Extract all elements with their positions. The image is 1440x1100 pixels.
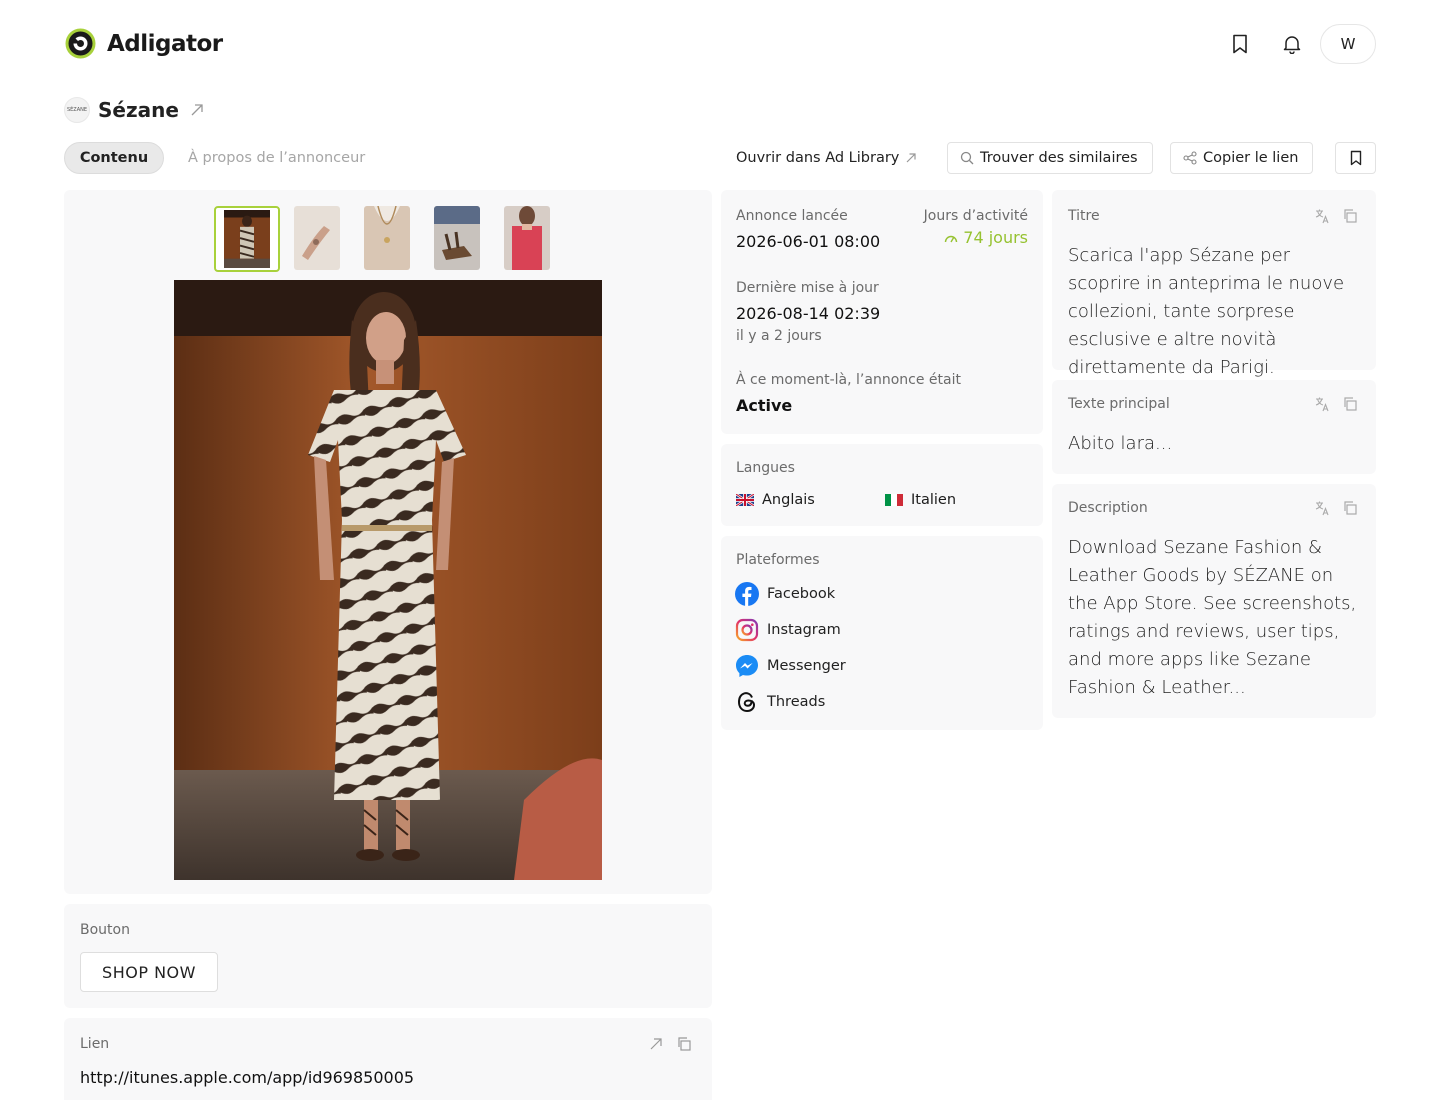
copy-link-button[interactable]: Copier le lien xyxy=(1170,142,1314,174)
thumbnail-3[interactable] xyxy=(364,206,410,270)
languages-panel: Langues Anglais Italien xyxy=(721,444,1043,526)
app-logo[interactable]: Adligator xyxy=(64,27,223,60)
launched-value: 2026-06-01 08:00 xyxy=(736,232,881,251)
copy-icon[interactable] xyxy=(1342,396,1358,412)
platform-instagram: Instagram xyxy=(735,618,841,642)
main-text: Abito lara... xyxy=(1068,433,1173,454)
ad-info-panel: Annonce lancée 2026-06-01 08:00 Jours d’… xyxy=(721,190,1043,434)
language-english: Anglais xyxy=(736,492,815,508)
platform-messenger-label: Messenger xyxy=(767,658,846,674)
platform-facebook-label: Facebook xyxy=(767,586,836,602)
main-text-label: Texte principal xyxy=(1068,396,1170,412)
open-ad-library-label: Ouvrir dans Ad Library xyxy=(736,150,900,166)
description-text: Download Sezane Fashion & Leather Goods … xyxy=(1068,537,1357,698)
platform-instagram-label: Instagram xyxy=(767,622,841,638)
shop-now-button[interactable]: SHOP NOW xyxy=(80,952,218,992)
active-days-label: Jours d’activité xyxy=(923,208,1028,224)
media-panel xyxy=(64,190,712,894)
user-avatar[interactable]: W xyxy=(1320,24,1376,64)
main-text-actions xyxy=(1302,396,1358,412)
thumbnail-2[interactable] xyxy=(294,206,340,270)
external-link-icon[interactable] xyxy=(649,1036,663,1055)
copy-icon[interactable] xyxy=(1342,500,1358,516)
cta-label: Bouton xyxy=(80,922,130,938)
status-value: Active xyxy=(736,396,793,415)
find-similar-label: Trouver des similaires xyxy=(980,150,1138,166)
search-icon xyxy=(960,151,974,165)
link-panel: Lien http://itunes.apple.com/app/id96985… xyxy=(64,1018,712,1100)
platforms-panel: Plateformes Facebook Instagram Messenger… xyxy=(721,536,1043,730)
language-english-label: Anglais xyxy=(762,492,815,508)
active-days: 74 jours xyxy=(944,228,1028,247)
app-name: Adligator xyxy=(107,30,223,57)
languages-label: Langues xyxy=(736,460,795,476)
bookmark-icon xyxy=(1350,150,1361,166)
italy-flag-icon xyxy=(885,494,903,506)
bookmark-icon[interactable] xyxy=(1226,28,1254,60)
launched-label: Annonce lancée xyxy=(736,208,848,224)
facebook-icon xyxy=(735,582,759,606)
ad-main-image[interactable] xyxy=(174,280,602,880)
media-thumbnails xyxy=(214,206,574,272)
platform-facebook: Facebook xyxy=(735,582,835,606)
translate-icon[interactable] xyxy=(1314,208,1330,224)
threads-icon xyxy=(735,690,759,714)
language-italian: Italien xyxy=(885,492,956,508)
thumbnail-4[interactable] xyxy=(434,206,480,270)
copy-icon[interactable] xyxy=(676,1036,692,1056)
platform-messenger: Messenger xyxy=(735,654,846,678)
title-actions xyxy=(1302,208,1358,224)
title-panel: Titre Scarica l'app Sézane per scoprire … xyxy=(1052,190,1376,378)
updated-relative: il y a 2 jours xyxy=(736,328,822,344)
platforms-label: Plateformes xyxy=(736,552,820,568)
logo-mark-icon xyxy=(65,28,96,59)
translate-icon[interactable] xyxy=(1314,500,1330,516)
link-url[interactable]: http://itunes.apple.com/app/id969850005 xyxy=(80,1068,414,1087)
open-ad-library-link[interactable]: Ouvrir dans Ad Library xyxy=(736,142,917,174)
advertiser-logo: SÉZANE xyxy=(64,97,90,123)
updated-value: 2026-08-14 02:39 xyxy=(736,304,881,323)
cta-panel: Bouton SHOP NOW xyxy=(64,904,712,1008)
external-link-icon xyxy=(906,153,916,163)
speedometer-icon xyxy=(945,235,958,242)
find-similar-button[interactable]: Trouver des similaires xyxy=(947,142,1153,174)
active-days-value: 74 jours xyxy=(963,228,1028,247)
main-text-panel: Texte principal Abito lara... xyxy=(1052,380,1376,474)
advertiser-name[interactable]: Sézane xyxy=(98,98,179,122)
description-panel: Description Download Sezane Fashion & Le… xyxy=(1052,484,1376,718)
platform-threads: Threads xyxy=(735,690,825,714)
title-text: Scarica l'app Sézane per scoprire in ant… xyxy=(1068,245,1345,378)
tab-about-advertiser[interactable]: À propos de l’annonceur xyxy=(188,142,365,174)
instagram-icon xyxy=(735,618,759,642)
share-icon xyxy=(1183,151,1197,165)
title-label: Titre xyxy=(1068,208,1100,224)
status-label: À ce moment-là, l’annonce était xyxy=(736,372,961,388)
description-label: Description xyxy=(1068,500,1148,516)
save-ad-button[interactable] xyxy=(1335,142,1376,174)
external-link-icon[interactable] xyxy=(189,102,205,118)
link-label: Lien xyxy=(80,1036,110,1052)
thumbnail-1[interactable] xyxy=(214,206,280,272)
language-italian-label: Italien xyxy=(911,492,957,508)
top-bar: Adligator W xyxy=(0,0,1440,88)
messenger-icon xyxy=(735,654,759,678)
bell-icon[interactable] xyxy=(1278,28,1306,60)
uk-flag-icon xyxy=(736,494,754,506)
copy-link-label: Copier le lien xyxy=(1203,150,1299,166)
tab-content[interactable]: Contenu xyxy=(64,142,164,174)
platform-threads-label: Threads xyxy=(767,694,826,710)
copy-icon[interactable] xyxy=(1342,208,1358,224)
thumbnail-5[interactable] xyxy=(504,206,550,270)
translate-icon[interactable] xyxy=(1314,396,1330,412)
advertiser-header: SÉZANE Sézane xyxy=(64,97,205,123)
description-actions xyxy=(1302,500,1358,516)
updated-label: Dernière mise à jour xyxy=(736,280,879,296)
